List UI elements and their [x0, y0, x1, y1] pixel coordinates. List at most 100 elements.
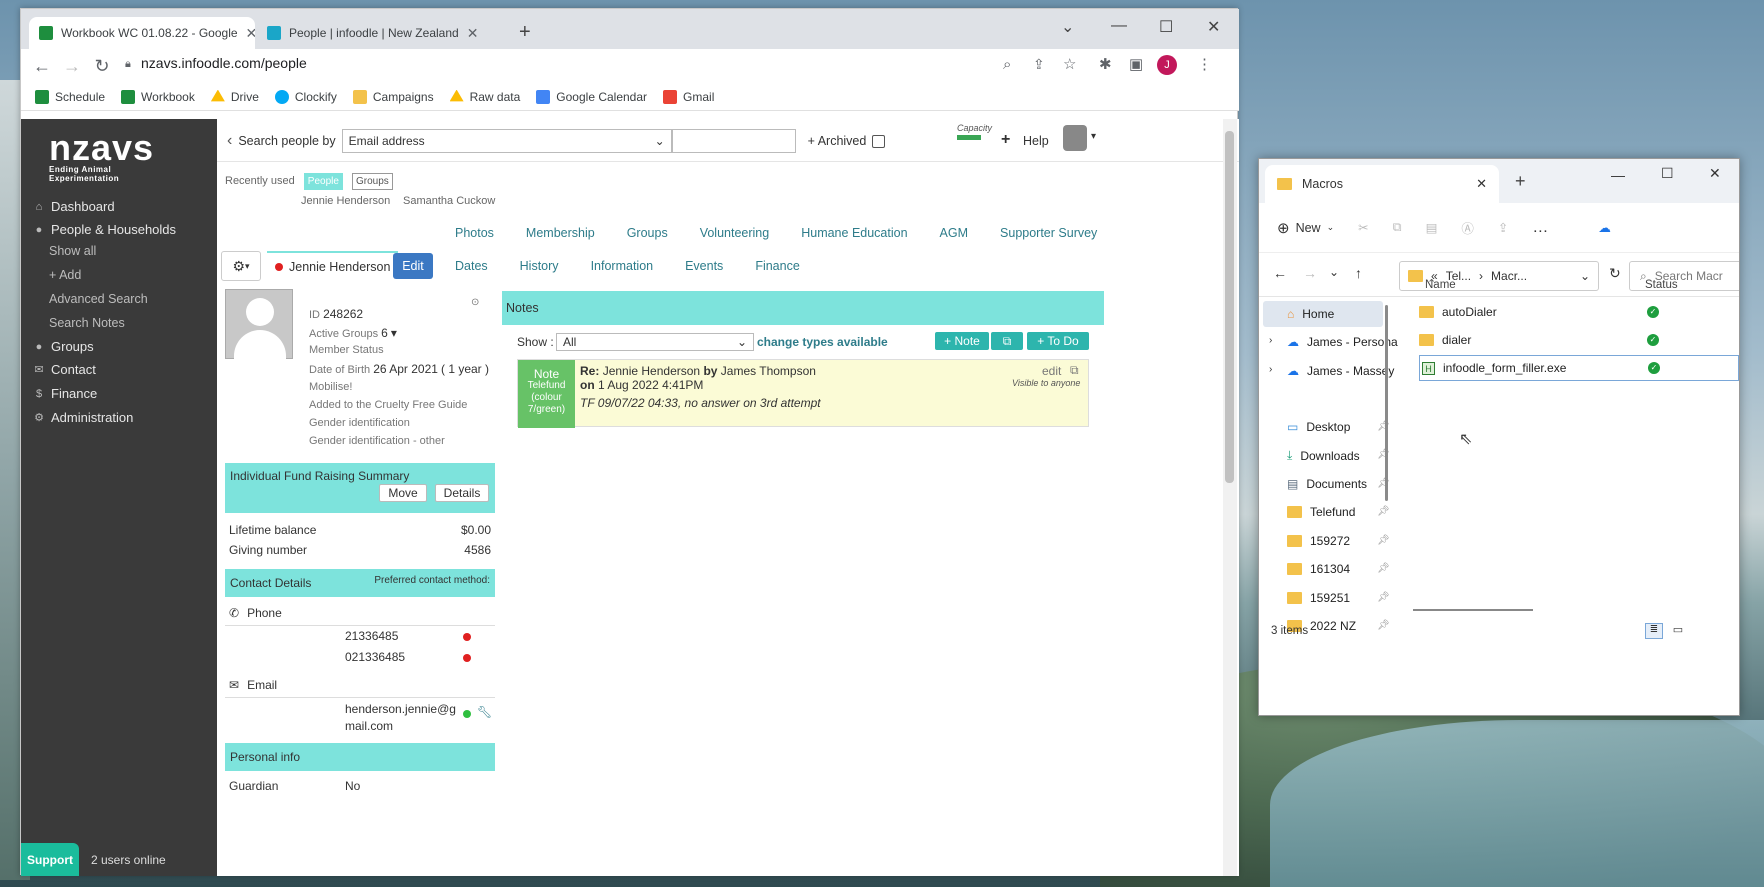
- sidebar-item-advanced-search[interactable]: Advanced Search: [49, 292, 148, 306]
- page-scrollbar[interactable]: [1223, 119, 1237, 876]
- person-name-tab[interactable]: Jennie Henderson: [267, 251, 399, 281]
- pin-icon[interactable]: 📌︎: [1377, 620, 1390, 631]
- close-icon[interactable]: ✕: [246, 25, 255, 42]
- tab-information[interactable]: Information: [575, 259, 670, 273]
- sidebar-item-administration[interactable]: ⚙ Administration: [33, 410, 133, 425]
- refresh-icon[interactable]: ↻: [1609, 265, 1621, 282]
- sidebar-item-search-notes[interactable]: Search Notes: [49, 316, 125, 330]
- recent-person-link[interactable]: Jennie Henderson: [301, 195, 390, 207]
- nav-item-161304[interactable]: 161304: [1287, 562, 1350, 576]
- nav-item-onedrive-personal[interactable]: ☁ James - Persona: [1287, 335, 1398, 349]
- nav-item-telefund[interactable]: Telefund: [1287, 505, 1355, 519]
- recent-pill-groups[interactable]: Groups: [351, 173, 393, 190]
- nav-scrollbar[interactable]: [1385, 305, 1388, 501]
- recent-person-link[interactable]: Samantha Cuckow: [403, 195, 495, 207]
- phone-number[interactable]: 021336485: [345, 650, 405, 664]
- horizontal-scrollbar[interactable]: [1413, 609, 1533, 611]
- tab-search-icon[interactable]: ⌄: [1061, 17, 1074, 37]
- close-window-icon[interactable]: ✕: [1207, 17, 1220, 37]
- pin-icon[interactable]: 📌︎: [1377, 506, 1390, 517]
- column-header-name[interactable]: Name: [1425, 279, 1456, 291]
- forward-icon[interactable]: →: [1303, 265, 1317, 281]
- tab-history[interactable]: History: [504, 259, 575, 273]
- chevron-left-icon[interactable]: ‹: [227, 132, 232, 150]
- breadcrumb-item[interactable]: Macr...: [1491, 269, 1527, 283]
- zoom-icon[interactable]: ⌕: [1003, 56, 1011, 73]
- expand-icon[interactable]: ›: [1269, 335, 1272, 346]
- maximize-icon[interactable]: ☐: [1159, 17, 1173, 37]
- change-types-link[interactable]: change types available: [757, 335, 888, 349]
- extensions-icon[interactable]: ✱: [1099, 55, 1112, 73]
- move-button[interactable]: Move: [379, 484, 427, 502]
- wrench-icon[interactable]: 🔧︎: [477, 705, 492, 719]
- browser-tab-workbook[interactable]: Workbook WC 01.08.22 - Google ✕: [29, 17, 255, 49]
- nav-item-home[interactable]: ⌂ Home: [1287, 307, 1334, 321]
- nav-item-downloads[interactable]: ⤓ Downloads: [1287, 448, 1360, 463]
- side-panel-icon[interactable]: ▣: [1129, 55, 1143, 73]
- note-person[interactable]: Jennie Henderson: [603, 364, 700, 378]
- rename-icon[interactable]: Ⓐ: [1461, 218, 1474, 237]
- bookmark-raw-data[interactable]: Raw data: [449, 89, 520, 104]
- note-edit-link[interactable]: edit: [1042, 364, 1061, 378]
- copy-icon[interactable]: ⧉: [991, 332, 1023, 350]
- search-input[interactable]: [671, 129, 796, 153]
- tiles-view-icon[interactable]: ▭: [1669, 623, 1687, 639]
- minimize-icon[interactable]: —: [1111, 17, 1127, 35]
- new-tab-button[interactable]: +: [519, 21, 531, 44]
- more-options-icon[interactable]: …: [1532, 219, 1548, 237]
- details-view-icon[interactable]: ≣: [1645, 623, 1663, 639]
- new-button[interactable]: ⊕ New ⌄: [1277, 219, 1334, 237]
- search-by-select[interactable]: Email address ⌄: [341, 129, 672, 153]
- sidebar-item-show-all[interactable]: Show all: [49, 244, 96, 258]
- sidebar-item-dashboard[interactable]: ⌂ Dashboard: [33, 199, 115, 214]
- sidebar-item-contact[interactable]: ✉ Contact: [33, 362, 95, 377]
- nav-item-documents[interactable]: ▤ Documents: [1287, 477, 1367, 491]
- menu-icon[interactable]: ⋮: [1197, 55, 1212, 73]
- scrollbar-thumb[interactable]: [1225, 131, 1234, 483]
- tab-volunteering[interactable]: Volunteering: [684, 226, 786, 240]
- recent-locations-icon[interactable]: ⌄: [1329, 265, 1339, 279]
- expand-icon[interactable]: ›: [1269, 364, 1272, 375]
- tab-membership[interactable]: Membership: [510, 226, 611, 240]
- nav-item-desktop[interactable]: ▭ Desktop: [1287, 420, 1350, 434]
- explorer-tab-macros[interactable]: Macros ✕: [1265, 165, 1499, 203]
- bookmark-schedule[interactable]: Schedule: [35, 89, 105, 104]
- back-icon[interactable]: ←: [1273, 265, 1287, 281]
- tab-groups[interactable]: Groups: [611, 226, 684, 240]
- details-button[interactable]: Details: [435, 484, 489, 502]
- column-header-status[interactable]: Status: [1645, 279, 1678, 291]
- bookmark-clockify[interactable]: Clockify: [274, 89, 337, 104]
- tab-supporter-survey[interactable]: Supporter Survey: [984, 226, 1113, 240]
- sidebar-item-groups[interactable]: ● Groups: [33, 339, 94, 354]
- close-icon[interactable]: ✕: [467, 25, 479, 42]
- paste-icon[interactable]: ▤: [1426, 220, 1438, 235]
- maximize-icon[interactable]: ☐: [1661, 165, 1674, 182]
- add-note-button[interactable]: + Note: [935, 332, 989, 350]
- close-icon[interactable]: ✕: [1476, 176, 1487, 192]
- cut-icon[interactable]: ✂: [1358, 220, 1368, 235]
- address-bar[interactable]: nzavs.infoodle.com/people: [141, 55, 307, 71]
- chevron-down-icon[interactable]: ⌄: [1580, 269, 1590, 283]
- nav-item-159251[interactable]: 159251: [1287, 591, 1350, 605]
- bookmark-gmail[interactable]: Gmail: [663, 89, 714, 104]
- close-window-icon[interactable]: ✕: [1709, 165, 1721, 182]
- onedrive-icon[interactable]: ☁: [1598, 220, 1611, 235]
- phone-number[interactable]: 21336485: [345, 629, 398, 643]
- tab-agm[interactable]: AGM: [924, 226, 984, 240]
- help-link[interactable]: Help: [1023, 134, 1049, 148]
- new-tab-button[interactable]: +: [1515, 171, 1526, 192]
- profile-avatar[interactable]: J: [1157, 55, 1177, 75]
- bookmark-google-calendar[interactable]: Google Calendar: [536, 89, 647, 104]
- file-row-selected[interactable]: Hinfoodle_form_filler.exe ✓: [1419, 355, 1739, 381]
- plus-icon[interactable]: +: [1001, 131, 1010, 149]
- copy-icon[interactable]: ⧉: [1393, 220, 1402, 235]
- caret-down-icon[interactable]: ▾: [1091, 131, 1096, 142]
- star-icon[interactable]: ☆: [1063, 55, 1076, 73]
- tab-humane-education[interactable]: Humane Education: [785, 226, 923, 240]
- bookmark-drive[interactable]: Drive: [210, 89, 259, 104]
- forward-icon[interactable]: →: [57, 56, 87, 77]
- sidebar-item-finance[interactable]: $ Finance: [33, 386, 97, 401]
- active-groups-row[interactable]: Active Groups 6 ▾: [309, 326, 397, 340]
- file-row[interactable]: dialer ✓: [1419, 327, 1739, 353]
- archived-checkbox[interactable]: [872, 134, 886, 148]
